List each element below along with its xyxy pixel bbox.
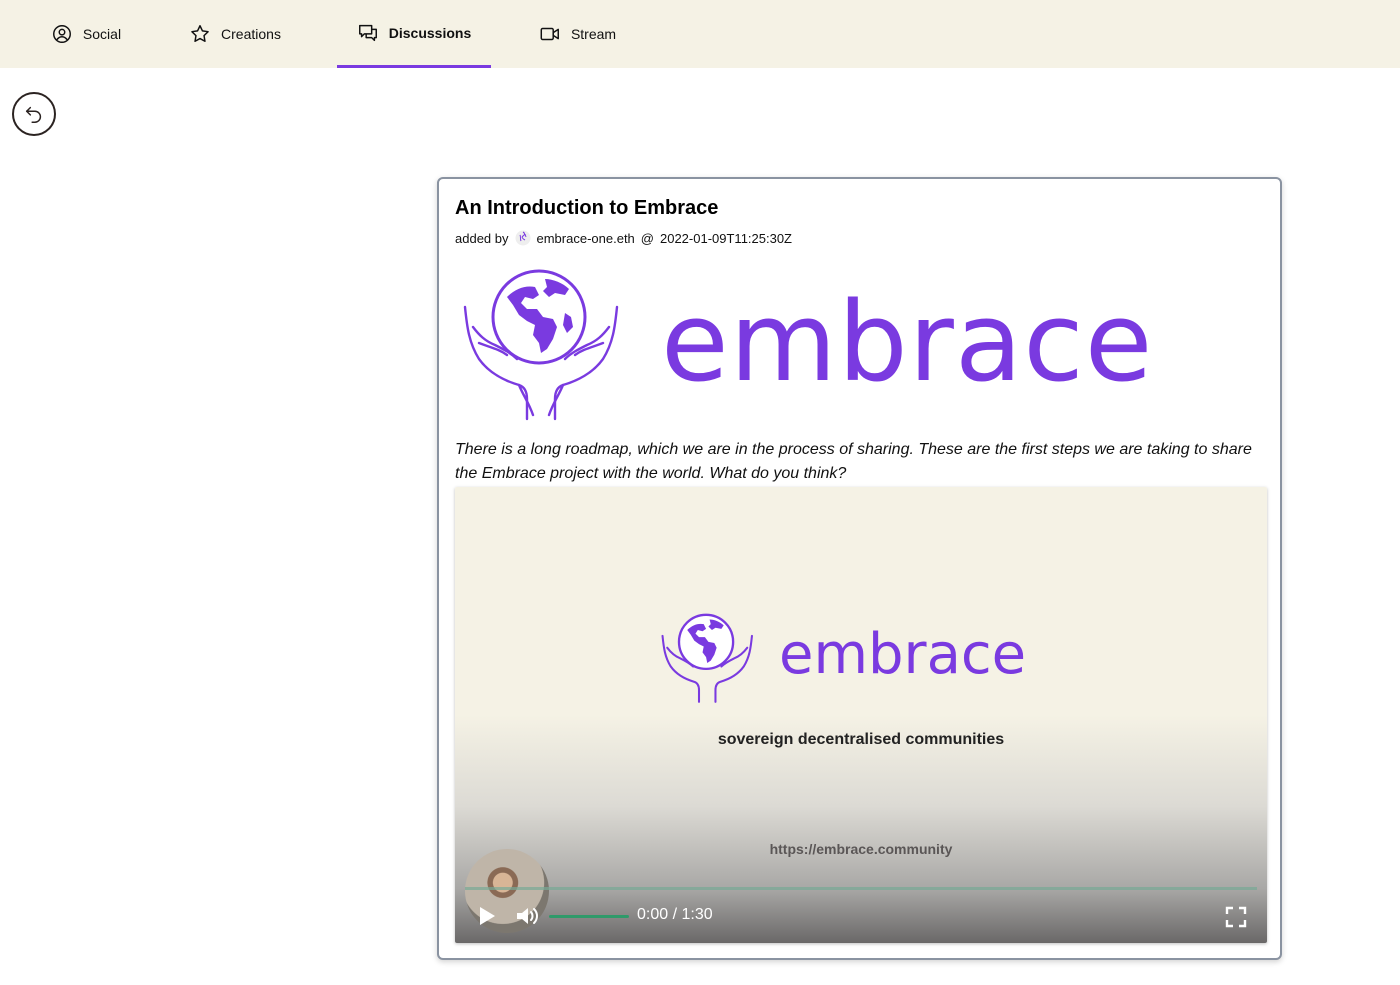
globe-in-hands-logo	[463, 269, 619, 421]
video-controls: 0:00 / 1:30	[455, 899, 1267, 935]
video-url: https://embrace.community	[769, 841, 953, 857]
fullscreen-icon[interactable]	[1225, 906, 1247, 928]
volume-icon[interactable]	[515, 905, 539, 927]
tab-discussions-label: Discussions	[388, 24, 472, 41]
tab-stream[interactable]: Stream	[525, 0, 630, 68]
post-byline: added by embrace-one.eth @ 2022-01-09T11…	[455, 230, 792, 246]
post-timestamp: 2022-01-09T11:25:30Z	[659, 230, 793, 246]
logo-wordmark: embrace	[661, 278, 1154, 406]
video-player[interactable]: embrace sovereign decentralised communit…	[455, 487, 1267, 943]
video-tagline: sovereign decentralised communities	[717, 731, 1005, 748]
volume-slider[interactable]	[549, 915, 629, 918]
video-wordmark: embrace	[779, 622, 1027, 687]
discussion-card: An Introduction to Embrace added by embr…	[437, 177, 1282, 960]
star-icon	[191, 25, 209, 42]
play-icon[interactable]	[477, 905, 497, 927]
post-body: There is a long roadmap, which we are in…	[455, 441, 1252, 482]
video-camera-icon	[540, 27, 559, 41]
post-title: An Introduction to Embrace	[455, 197, 719, 219]
at-symbol: @	[640, 230, 654, 246]
top-nav: Social Creations Discussions Stream	[0, 0, 1400, 68]
tab-social-label: Social	[82, 26, 122, 42]
user-circle-icon	[52, 25, 71, 43]
tab-stream-label: Stream	[570, 26, 617, 42]
tab-discussions[interactable]: Discussions	[337, 0, 491, 68]
author-avatar	[515, 230, 530, 246]
tab-creations-label: Creations	[221, 26, 281, 42]
undo-arrow-icon	[25, 106, 42, 123]
video-time: 0:00 / 1:30	[637, 906, 713, 923]
video-progress-bar[interactable]	[465, 887, 1257, 890]
embrace-logo-banner: embrace	[459, 267, 1152, 422]
chat-bubbles-icon	[358, 24, 377, 41]
tab-creations[interactable]: Creations	[175, 0, 295, 68]
author-name[interactable]: embrace-one.eth	[537, 231, 635, 246]
back-button[interactable]	[12, 92, 56, 136]
added-by-label: added by	[455, 230, 509, 246]
tab-social[interactable]: Social	[36, 0, 136, 68]
video-globe-logo	[661, 613, 753, 703]
